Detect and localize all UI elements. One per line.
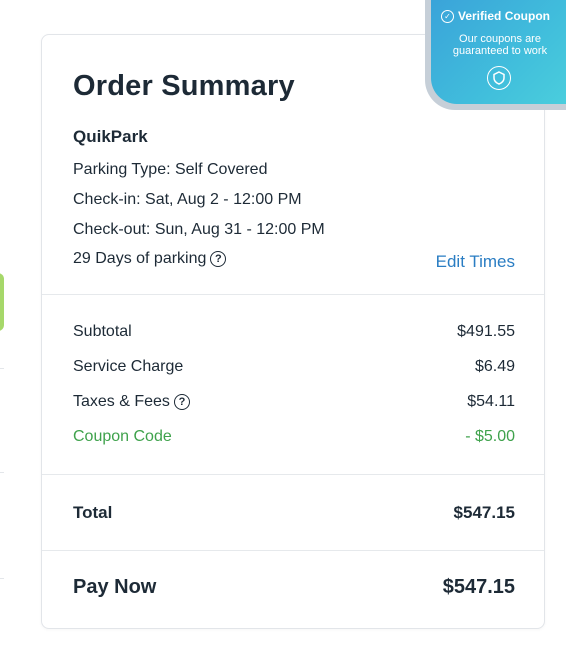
parking-type: Parking Type: Self Covered — [73, 161, 268, 178]
subtotal-row: Subtotal $491.55 — [73, 323, 515, 341]
badge-subtitle: Our coupons are guaranteed to work — [452, 33, 548, 57]
shield-icon-graphic — [493, 71, 505, 85]
question-circle-icon[interactable]: ? — [210, 251, 227, 267]
side-panel-tab — [0, 273, 4, 331]
shield-icon — [487, 66, 511, 90]
vendor-name: QuikPark — [73, 127, 148, 146]
verified-coupon-panel: ✓ Verified Coupon Our coupons are guaran… — [431, 0, 566, 104]
side-divider — [0, 578, 4, 579]
subtotal-label: Subtotal — [73, 323, 132, 340]
service-charge-label: Service Charge — [73, 358, 184, 375]
badge-title: Verified Coupon — [458, 9, 551, 23]
divider — [42, 474, 544, 475]
check-in-time: Check-in: Sat, Aug 2 - 12:00 PM — [73, 191, 302, 208]
taxes-fees-text: Taxes & Fees — [73, 393, 170, 410]
question-circle-icon[interactable]: ? — [173, 394, 190, 410]
order-summary-card: Order Summary QuikPark Parking Type: Sel… — [41, 34, 545, 629]
verified-coupon-badge: ✓ Verified Coupon Our coupons are guaran… — [425, 0, 566, 110]
badge-header: ✓ Verified Coupon — [441, 9, 550, 23]
coupon-code-row: Coupon Code - $5.00 — [73, 428, 515, 446]
total-label: Total — [73, 503, 113, 522]
side-divider — [0, 368, 4, 369]
coupon-code-value: - $5.00 — [465, 428, 515, 445]
divider — [42, 550, 544, 551]
divider — [42, 294, 544, 295]
coupon-code-label: Coupon Code — [73, 428, 172, 445]
subtotal-value: $491.55 — [457, 323, 515, 340]
service-charge-row: Service Charge $6.49 — [73, 358, 515, 376]
taxes-fees-value: $54.11 — [467, 393, 515, 410]
check-out-time: Check-out: Sun, Aug 31 - 12:00 PM — [73, 221, 325, 238]
pay-now-label: Pay Now — [73, 576, 157, 598]
page-title: Order Summary — [73, 70, 295, 102]
side-divider — [0, 472, 4, 473]
days-label: 29 Days of parking — [73, 250, 207, 267]
days-of-parking: 29 Days of parking? — [73, 250, 227, 268]
taxes-fees-label: Taxes & Fees? — [73, 393, 190, 411]
check-circle-icon: ✓ — [441, 9, 454, 23]
pay-now-row: Pay Now $547.15 — [73, 576, 515, 599]
service-charge-value: $6.49 — [474, 358, 515, 375]
pay-now-value: $547.15 — [442, 576, 515, 598]
total-row: Total $547.15 — [73, 503, 515, 523]
total-value: $547.15 — [453, 503, 515, 522]
taxes-fees-row: Taxes & Fees? $54.11 — [73, 393, 515, 411]
edit-times-link[interactable]: Edit Times — [436, 252, 515, 272]
